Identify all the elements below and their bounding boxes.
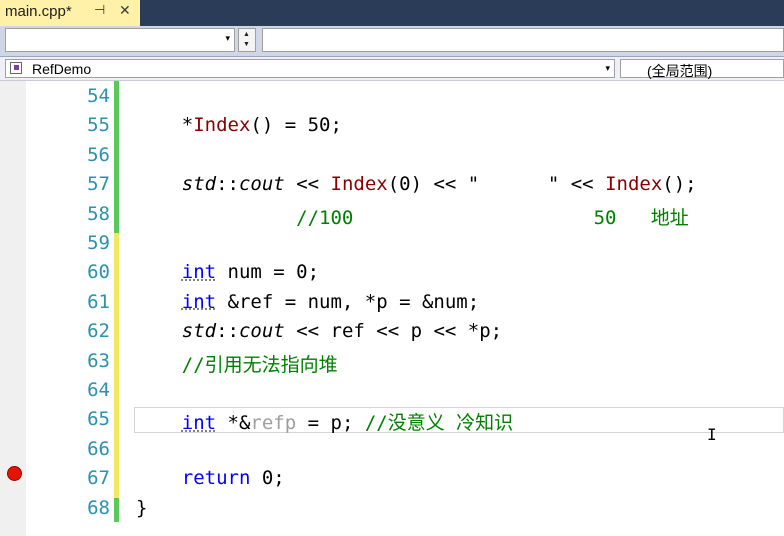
code-token: Index	[330, 173, 388, 196]
code-line[interactable]: //引用无法指向堆	[136, 350, 338, 377]
tab-title: main.cpp*	[5, 3, 72, 20]
code-line[interactable]: *Index() = 50;	[136, 114, 342, 136]
line-number: 65	[87, 408, 110, 431]
change-bar-unsaved	[114, 233, 119, 498]
spin-control[interactable]: ▲ ▼	[238, 28, 256, 52]
line-number: 66	[87, 437, 110, 460]
spin-down-icon[interactable]: ▼	[243, 41, 250, 48]
scope-dropdown[interactable]: RefDemo ▾	[5, 59, 615, 78]
spin-up-icon[interactable]: ▲	[243, 31, 250, 38]
code-token: () = 50;	[250, 114, 342, 137]
breakpoint-icon[interactable]	[7, 466, 22, 481]
toolbar-combo-2[interactable]	[262, 28, 784, 52]
line-number: 67	[87, 467, 110, 490]
line-number: 54	[87, 85, 110, 107]
code-token: }	[136, 496, 148, 519]
code-token: ::	[216, 320, 239, 343]
code-token: (0) << " " <<	[387, 173, 606, 196]
code-token: std	[181, 320, 217, 343]
code-token: cout	[238, 173, 285, 196]
chevron-down-icon[interactable]: ▾	[605, 63, 610, 74]
code-token: Index	[193, 114, 251, 137]
code-token: return	[181, 467, 251, 490]
code-token: int	[181, 290, 217, 313]
line-number: 56	[87, 143, 110, 166]
code-line[interactable]: std::cout << ref << p << *p;	[136, 320, 502, 342]
code-token: <<	[284, 173, 331, 196]
code-line[interactable]: int num = 0;	[136, 261, 319, 283]
line-number: 61	[87, 290, 110, 313]
code-token: //没意义 冷知识	[364, 412, 514, 435]
pin-icon[interactable]: ⊣	[94, 2, 105, 18]
code-line[interactable]: //100 50 地址	[136, 203, 689, 230]
code-token: ::	[216, 173, 239, 196]
code-token: ();	[662, 173, 697, 196]
change-bar-saved-end	[114, 498, 119, 522]
member-dropdown[interactable]: (全局范围)	[620, 59, 784, 79]
line-number: 55	[87, 114, 110, 137]
code-token: *	[136, 114, 194, 137]
code-token: //100 50 地址	[296, 206, 689, 229]
line-number: 58	[87, 202, 110, 225]
close-icon[interactable]: ✕	[119, 2, 131, 19]
code-token: //引用无法指向堆	[181, 353, 338, 376]
line-number: 57	[87, 173, 110, 196]
scope-label: RefDemo	[32, 61, 92, 77]
member-label: (全局范围)	[647, 63, 713, 79]
line-number: 59	[87, 232, 110, 254]
line-number: 64	[87, 379, 110, 401]
line-number: 63	[87, 349, 110, 372]
code-token: refp	[250, 412, 297, 435]
code-line[interactable]: int *&refp = p; //没意义 冷知识	[136, 408, 513, 435]
code-token: = p;	[296, 412, 365, 435]
code-token: *&	[216, 412, 251, 435]
code-token: Index	[605, 173, 663, 196]
code-token: num = 0;	[216, 261, 320, 284]
code-line[interactable]: return 0;	[136, 467, 285, 489]
code-token: cout	[238, 320, 285, 343]
line-number: 60	[87, 261, 110, 284]
code-line[interactable]: std::cout << Index(0) << " " << Index();	[136, 173, 697, 195]
code-token: std	[181, 173, 217, 196]
document-tab-strip: main.cpp* ⊣ ✕	[0, 0, 784, 26]
code-line[interactable]: }	[136, 497, 147, 519]
text-cursor-icon: I	[707, 425, 717, 444]
line-number: 68	[87, 496, 110, 519]
navigation-bar: RefDemo ▾ (全局范围)	[0, 57, 784, 81]
config-combo[interactable]: ▾	[5, 28, 235, 52]
line-number: 62	[87, 320, 110, 343]
code-token: << ref << p << *p;	[284, 320, 503, 343]
code-token: int	[181, 261, 217, 284]
change-bar-saved	[114, 81, 119, 233]
code-token: 0;	[250, 467, 285, 490]
toolbar: ▾ ▲ ▼	[0, 26, 784, 57]
code-line[interactable]: int &ref = num, *p = &num;	[136, 291, 479, 313]
project-icon	[10, 62, 22, 74]
tab-main-cpp[interactable]: main.cpp* ⊣ ✕	[0, 0, 140, 26]
chevron-down-icon[interactable]: ▾	[225, 33, 230, 44]
code-token: int	[181, 412, 217, 435]
code-token: &ref = num, *p = &num;	[216, 290, 480, 313]
